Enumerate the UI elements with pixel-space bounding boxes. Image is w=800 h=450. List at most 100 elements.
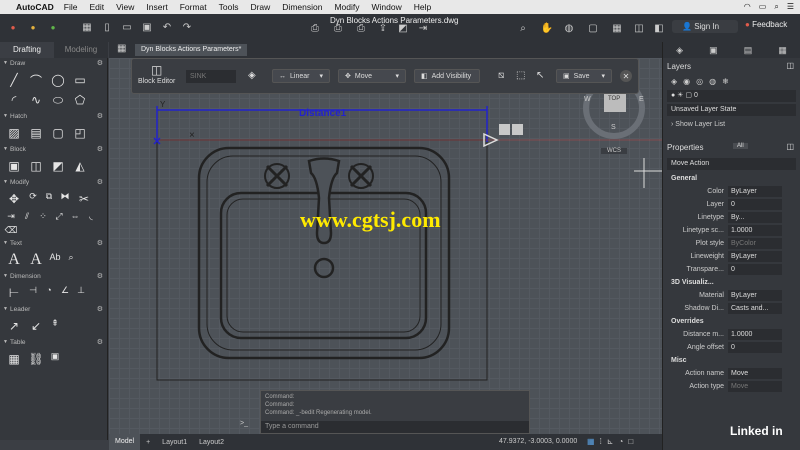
action-name-value[interactable]: Move bbox=[728, 368, 782, 379]
layer-match-icon[interactable]: ◎ bbox=[696, 77, 703, 86]
create-block-icon[interactable]: ◫ bbox=[26, 157, 46, 175]
collapse-icon[interactable]: ▼ bbox=[3, 177, 8, 188]
feedback-button[interactable]: ● Feedback bbox=[745, 20, 787, 29]
command-prompt-icon[interactable]: >_ bbox=[240, 420, 260, 432]
collapse-icon[interactable]: ▼ bbox=[3, 144, 8, 155]
region-tool-icon[interactable]: ◰ bbox=[70, 124, 90, 142]
angular-dim-icon[interactable]: ∠ bbox=[58, 284, 72, 296]
overrides-group[interactable]: Overrides bbox=[663, 315, 800, 328]
find-text-icon[interactable]: ⌕ bbox=[64, 251, 78, 263]
mtext-tool-icon[interactable]: A bbox=[4, 251, 24, 269]
move-action-dropdown[interactable]: ✥ Move ▾ bbox=[338, 69, 406, 83]
section-hatch[interactable]: ▼ Hatch ⚙ bbox=[0, 111, 107, 122]
gear-icon[interactable]: ⚙ bbox=[97, 144, 103, 155]
filter-icon[interactable]: ◧ bbox=[652, 22, 666, 36]
layers-tab-icon[interactable]: ◈ bbox=[676, 45, 683, 56]
baseline-dim-icon[interactable]: ⊥ bbox=[74, 284, 88, 296]
block-editor-button[interactable]: ◫ Block Editor bbox=[138, 63, 175, 85]
pointer-icon[interactable]: ↖ bbox=[536, 70, 544, 81]
tool-palettes-tab-icon[interactable]: ▦ bbox=[778, 45, 787, 56]
battery-icon[interactable]: ▭ bbox=[759, 2, 767, 12]
copy-tool-icon[interactable]: ⧉ bbox=[42, 190, 56, 202]
export-icon[interactable]: ⇥ bbox=[416, 22, 430, 36]
viewport-icon[interactable]: ▢ bbox=[586, 22, 600, 36]
leader-icon[interactable]: ↙ bbox=[26, 317, 46, 335]
block-name-field[interactable]: SINK bbox=[186, 70, 236, 83]
grid-toggle-icon[interactable]: ▦ bbox=[587, 437, 595, 446]
wcs-label[interactable]: WCS bbox=[601, 148, 627, 154]
tab-drafting[interactable]: Drafting bbox=[0, 42, 54, 58]
layer-iso-icon[interactable]: ◍ bbox=[709, 77, 716, 86]
polygon-tool-icon[interactable]: ⬠ bbox=[70, 91, 90, 109]
misc-group[interactable]: Misc bbox=[663, 354, 800, 367]
attribute-icon[interactable]: ◈ bbox=[248, 70, 256, 81]
ellipse-tool-icon[interactable]: ⬭ bbox=[48, 91, 68, 109]
mirror-tool-icon[interactable]: ⧓ bbox=[58, 190, 72, 202]
properties-tab-icon[interactable]: ▤ bbox=[744, 45, 753, 56]
grid-view-icon[interactable]: ▦ bbox=[117, 43, 126, 54]
gear-icon[interactable]: ⚙ bbox=[97, 304, 103, 315]
gear-icon[interactable]: ⚙ bbox=[97, 337, 103, 348]
line-tool-icon[interactable]: ╱ bbox=[4, 71, 24, 89]
viewcube-south-label[interactable]: S bbox=[611, 124, 616, 131]
linear-parameter-dropdown[interactable]: ↔ Linear ▾ bbox=[272, 69, 330, 83]
multileader-icon[interactable]: ↗ bbox=[4, 317, 24, 335]
material-value[interactable]: ByLayer bbox=[728, 290, 782, 301]
erase-tool-icon[interactable]: ⌫ bbox=[4, 224, 18, 236]
menu-help[interactable]: Help bbox=[414, 2, 431, 12]
close-block-editor-button[interactable]: ✕ bbox=[620, 70, 632, 82]
scale-tool-icon[interactable]: ⤢ bbox=[52, 210, 66, 222]
print-icon[interactable]: ⎙ bbox=[331, 22, 345, 36]
undo-icon[interactable]: ↶ bbox=[160, 21, 174, 35]
orbit-icon[interactable]: ◍ bbox=[562, 22, 576, 36]
viewcube-top-label[interactable]: TOP bbox=[608, 96, 620, 102]
gear-icon[interactable]: ⚙ bbox=[97, 58, 103, 69]
distance-label[interactable]: Distance1 bbox=[299, 108, 346, 119]
test-block-icon[interactable]: ⧅ bbox=[498, 70, 504, 81]
osnap-toggle-icon[interactable]: □ bbox=[628, 437, 633, 446]
layer-value[interactable]: 0 bbox=[728, 199, 782, 210]
section-modify[interactable]: ▼ Modify ⚙ bbox=[0, 177, 107, 188]
hatch-tool-icon[interactable]: ▨ bbox=[4, 124, 24, 142]
transparency-value[interactable]: 0 bbox=[728, 264, 782, 275]
edit-block-icon[interactable]: ◩ bbox=[48, 157, 68, 175]
add-layout-icon[interactable]: + bbox=[140, 439, 156, 446]
table-tool-icon[interactable]: ▦ bbox=[4, 350, 24, 368]
insert-block-icon[interactable]: ▣ bbox=[4, 157, 24, 175]
shadow-value[interactable]: Casts and... bbox=[728, 303, 782, 314]
gear-icon[interactable]: ⚙ bbox=[97, 111, 103, 122]
extend-tool-icon[interactable]: ⇥ bbox=[4, 210, 18, 222]
layer-properties-icon[interactable]: ◈ bbox=[671, 77, 677, 86]
text-style-icon[interactable]: Ab bbox=[48, 251, 62, 263]
ortho-toggle-icon[interactable]: ⊾ bbox=[607, 437, 614, 446]
drawing-canvas[interactable]: × Distance1 Y TOP W E S WCS bbox=[109, 58, 662, 434]
list-icon[interactable]: ☰ bbox=[787, 2, 794, 12]
show-layer-list-toggle[interactable]: › Show Layer List bbox=[663, 118, 800, 131]
command-input[interactable]: Type a command bbox=[261, 421, 529, 433]
redo-icon[interactable]: ↷ bbox=[180, 21, 194, 35]
selection-dropdown[interactable]: Move Action bbox=[667, 158, 796, 170]
maximize-window-icon[interactable]: ● bbox=[46, 21, 60, 35]
radius-dim-icon[interactable]: ◔ bbox=[42, 284, 56, 296]
blocks-tab-icon[interactable]: ▣ bbox=[709, 45, 718, 56]
app-name[interactable]: AutoCAD bbox=[16, 2, 54, 12]
plot-icon[interactable]: ⎙ bbox=[308, 22, 322, 36]
leader-align-icon[interactable]: ⇞ bbox=[48, 317, 62, 329]
arc-tool-icon[interactable]: ◜ bbox=[4, 91, 24, 109]
collapse-icon[interactable]: ▼ bbox=[3, 271, 8, 282]
field-icon[interactable]: ▣ bbox=[48, 350, 62, 362]
viewcube-west-label[interactable]: W bbox=[584, 96, 591, 103]
layer-state-icon[interactable]: ◉ bbox=[683, 77, 690, 86]
minimize-window-icon[interactable]: ● bbox=[26, 21, 40, 35]
wifi-icon[interactable]: ◠ bbox=[744, 2, 751, 12]
general-group[interactable]: General bbox=[663, 172, 800, 185]
render-icon[interactable]: ◩ bbox=[396, 22, 410, 36]
zoom-icon[interactable]: ⌕ bbox=[516, 22, 530, 36]
gear-icon[interactable]: ⚙ bbox=[97, 238, 103, 249]
menu-format[interactable]: Format bbox=[180, 2, 207, 12]
menu-view[interactable]: View bbox=[116, 2, 134, 12]
rectangle-tool-icon[interactable]: ▭ bbox=[70, 71, 90, 89]
viewcube-east-label[interactable]: E bbox=[639, 96, 644, 103]
tab-model[interactable]: Model bbox=[109, 434, 141, 450]
menu-draw[interactable]: Draw bbox=[250, 2, 270, 12]
